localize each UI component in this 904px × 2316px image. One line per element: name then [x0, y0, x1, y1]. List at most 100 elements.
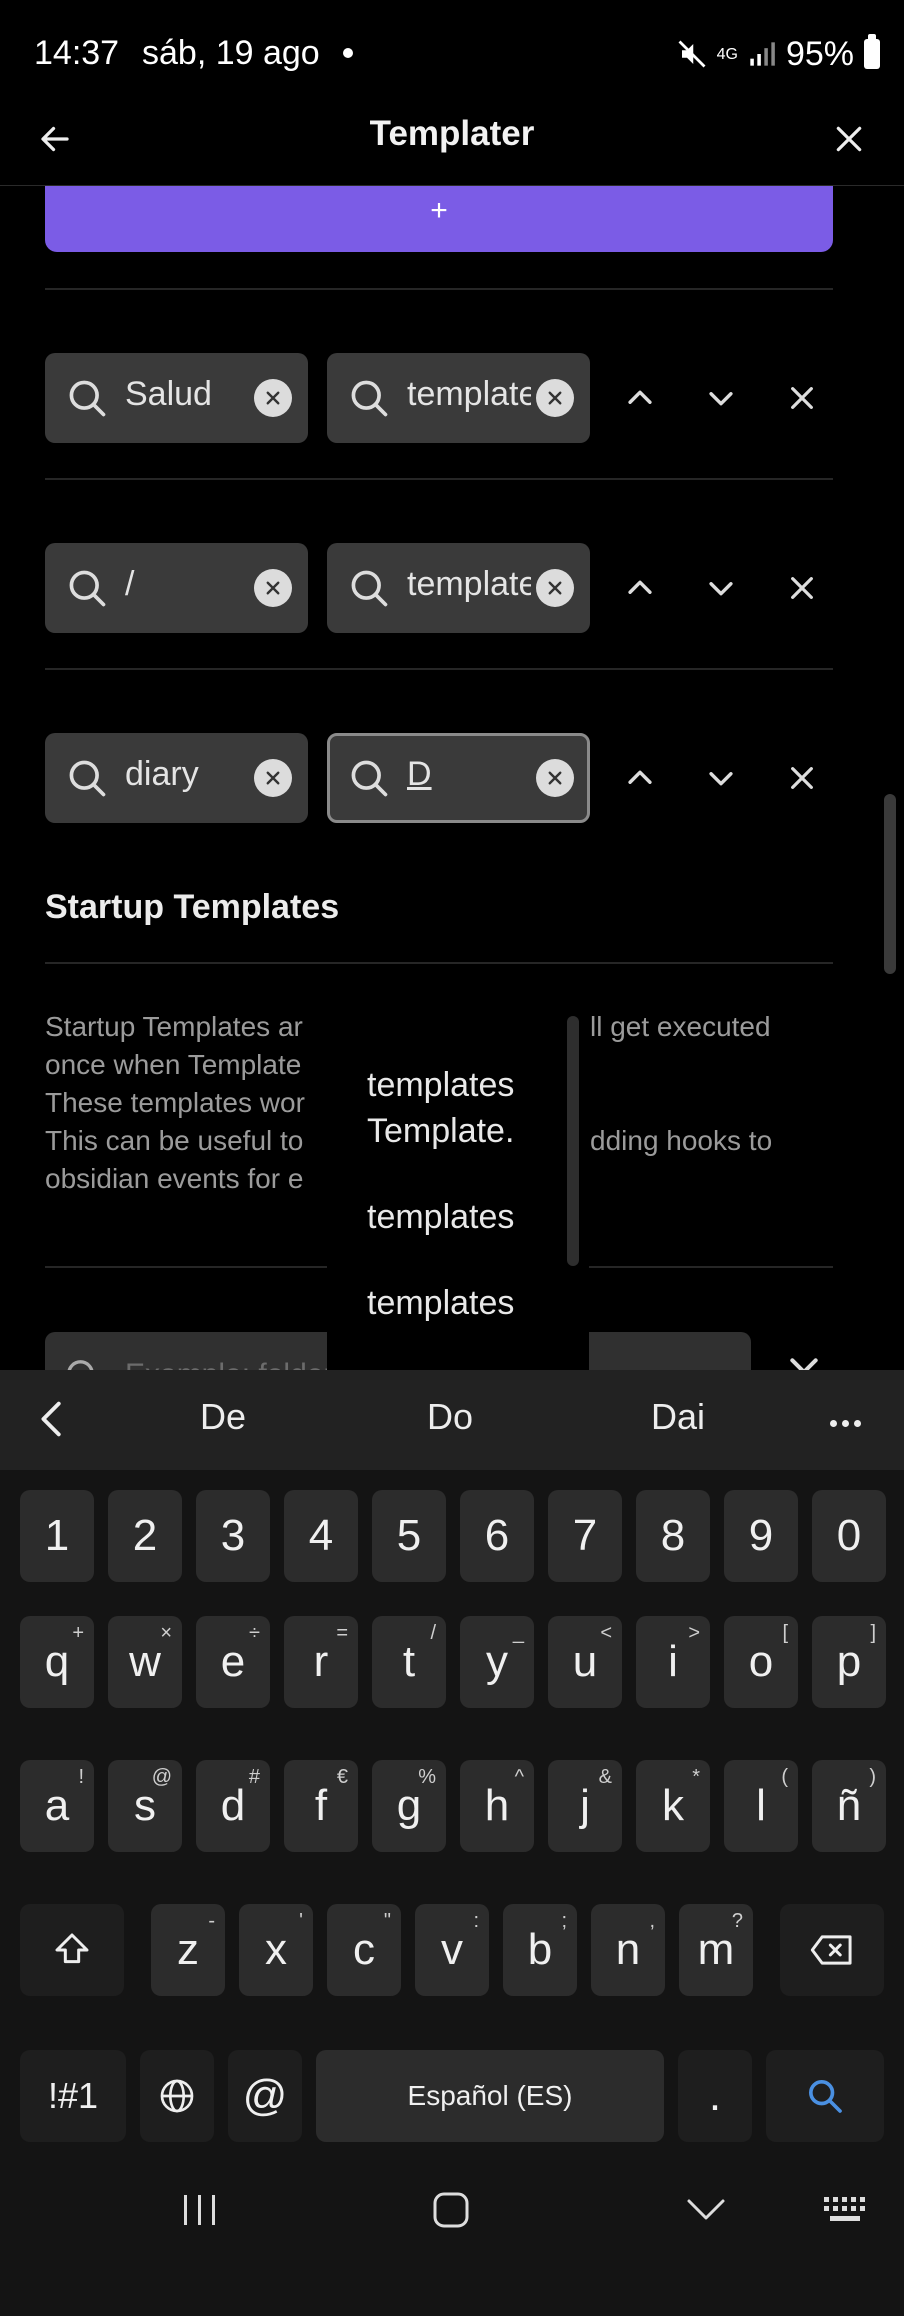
clear-icon[interactable]	[536, 379, 574, 417]
shift-key[interactable]	[20, 1904, 124, 1996]
move-down-button[interactable]	[698, 375, 744, 421]
key-secondary-char: !	[78, 1766, 84, 1788]
close-icon[interactable]	[784, 1352, 824, 1370]
key-p[interactable]: p]	[812, 1616, 886, 1708]
key-w[interactable]: w ×	[108, 1616, 182, 1708]
key-1[interactable]: 1	[20, 1490, 94, 1582]
key-0[interactable]: 0	[812, 1490, 886, 1582]
key-ñ[interactable]: ñ)	[812, 1760, 886, 1852]
clear-icon[interactable]	[536, 759, 574, 797]
key-k[interactable]: k *	[636, 1760, 710, 1852]
status-date: sáb, 19 ago	[142, 34, 320, 72]
clear-icon[interactable]	[254, 569, 292, 607]
key-q[interactable]: q +	[20, 1616, 94, 1708]
template-suggestion-list[interactable]: templates Template. templates templates …	[327, 1016, 589, 1370]
space-key[interactable]: Español (ES)	[316, 2050, 664, 2142]
key-5[interactable]: 5	[372, 1490, 446, 1582]
key-secondary-char: [	[782, 1622, 788, 1644]
key-8[interactable]: 8	[636, 1490, 710, 1582]
move-up-button[interactable]	[617, 565, 663, 611]
more-options-icon[interactable]	[830, 1414, 866, 1432]
chevron-up-icon	[628, 580, 652, 594]
key-a[interactable]: a!	[20, 1760, 94, 1852]
language-key[interactable]	[140, 2050, 214, 2142]
backspace-key[interactable]	[780, 1904, 884, 1996]
key-u[interactable]: u <	[548, 1616, 622, 1708]
keyboard-suggestion[interactable]: Do	[427, 1396, 473, 1438]
divider	[45, 962, 833, 964]
key-m[interactable]: m?	[679, 1904, 753, 1996]
key-v[interactable]: v:	[415, 1904, 489, 1996]
key-4-label: 4	[308, 1511, 334, 1560]
key-secondary-char: /	[430, 1622, 436, 1644]
key-3[interactable]: 3	[196, 1490, 270, 1582]
page-title: Templater	[369, 114, 535, 153]
home-icon[interactable]	[432, 2191, 470, 2229]
search-key[interactable]	[766, 2050, 884, 2142]
close-button[interactable]	[822, 112, 876, 166]
key-o[interactable]: o[	[724, 1616, 798, 1708]
key-d[interactable]: d #	[196, 1760, 270, 1852]
delete-row-button[interactable]	[779, 565, 825, 611]
move-up-button[interactable]	[617, 755, 663, 801]
move-down-button[interactable]	[698, 755, 744, 801]
chevron-down-icon[interactable]	[686, 2197, 726, 2223]
key-j[interactable]: j &	[548, 1760, 622, 1852]
key-z[interactable]: z-	[151, 1904, 225, 1996]
at-key[interactable]: @	[228, 2050, 302, 2142]
symbols-key[interactable]: !#1	[20, 2050, 126, 2142]
suggestion-item[interactable]: templates	[367, 1280, 514, 1326]
on-screen-keyboard[interactable]: De Do Dai 1 2 3 4 5 6 7 8 9 0 q + w × e ÷ r = t / y _ u < i > o[p]…	[0, 1370, 904, 2145]
key-h[interactable]: h ^	[460, 1760, 534, 1852]
keyboard-suggestion[interactable]: Dai	[651, 1396, 705, 1438]
move-down-button[interactable]	[698, 565, 744, 611]
space-key-label: Español (ES)	[407, 2080, 573, 2111]
add-folder-template-button[interactable]: +	[45, 186, 833, 252]
key-6[interactable]: 6	[460, 1490, 534, 1582]
key-r[interactable]: r =	[284, 1616, 358, 1708]
key-i[interactable]: i >	[636, 1616, 710, 1708]
page-scrollbar[interactable]	[884, 794, 896, 974]
key-g[interactable]: g%	[372, 1760, 446, 1852]
chevron-left-icon[interactable]	[30, 1396, 76, 1442]
key-p-label: p	[836, 1637, 862, 1686]
move-up-button[interactable]	[617, 375, 663, 421]
key-2[interactable]: 2	[108, 1490, 182, 1582]
key-n[interactable]: n,	[591, 1904, 665, 1996]
template-search-input[interactable]: templates	[327, 353, 590, 443]
suggestion-item[interactable]: templates	[367, 1062, 514, 1108]
delete-row-button[interactable]	[779, 375, 825, 421]
key-y[interactable]: y _	[460, 1616, 534, 1708]
key-9[interactable]: 9	[724, 1490, 798, 1582]
key-l[interactable]: l(	[724, 1760, 798, 1852]
key-7[interactable]: 7	[548, 1490, 622, 1582]
folder-search-input[interactable]: diary	[45, 733, 308, 823]
key-e[interactable]: e ÷	[196, 1616, 270, 1708]
key-f[interactable]: f €	[284, 1760, 358, 1852]
recents-icon[interactable]	[180, 2193, 220, 2227]
period-key[interactable]: .	[678, 2050, 752, 2142]
settings-content[interactable]: + Salud templates / templates	[0, 186, 904, 1370]
key-c[interactable]: c "	[327, 1904, 401, 1996]
keyboard-icon[interactable]	[822, 2195, 868, 2227]
suggestion-item[interactable]: Template.	[367, 1108, 514, 1154]
clear-icon[interactable]	[254, 379, 292, 417]
folder-search-input[interactable]: Salud	[45, 353, 308, 443]
key-t[interactable]: t /	[372, 1616, 446, 1708]
folder-search-input[interactable]: /	[45, 543, 308, 633]
key-s[interactable]: s @	[108, 1760, 182, 1852]
suggestion-item[interactable]: templates	[367, 1194, 514, 1240]
key-b[interactable]: b;	[503, 1904, 577, 1996]
suggestion-scrollbar[interactable]	[567, 1016, 579, 1266]
close-icon	[836, 126, 862, 152]
key-4[interactable]: 4	[284, 1490, 358, 1582]
clear-icon[interactable]	[254, 759, 292, 797]
clear-icon[interactable]	[536, 569, 574, 607]
key-h-label: h	[484, 1781, 510, 1830]
keyboard-suggestion[interactable]: De	[200, 1396, 246, 1438]
navigation-bar	[0, 2145, 904, 2316]
delete-row-button[interactable]	[779, 755, 825, 801]
template-search-input[interactable]: D	[327, 733, 590, 823]
template-search-input[interactable]: templates	[327, 543, 590, 633]
key-x[interactable]: x '	[239, 1904, 313, 1996]
